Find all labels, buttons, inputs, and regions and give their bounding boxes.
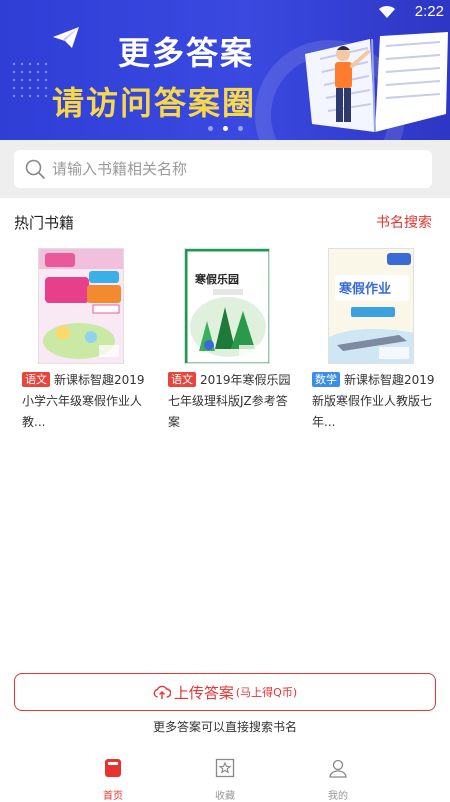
pager-dot <box>207 126 213 131</box>
svg-text:寒假乐园: 寒假乐园 <box>194 272 239 286</box>
search-input[interactable] <box>52 160 412 178</box>
user-icon <box>329 759 347 778</box>
pager-dot-active <box>222 126 228 131</box>
subject-tag: 语文 <box>168 372 196 387</box>
upload-reward: (马上得Q币) <box>235 686 298 699</box>
upload-label: 上传答案 <box>173 683 234 702</box>
paper-plane-icon <box>53 27 79 48</box>
upload-answer-button[interactable]: 上传答案 (马上得Q币) <box>14 673 436 711</box>
hot-books-title: 热门书籍 <box>14 214 75 232</box>
subject-tag: 数学 <box>312 372 340 387</box>
tab-mine[interactable]: 我的 <box>308 758 368 802</box>
banner-headline: 更多答案 <box>118 34 255 72</box>
star-box-icon <box>215 758 235 778</box>
promo-banner[interactable]: 2:22 更多答案 请访问答案圈 <box>0 0 450 140</box>
search-hint: 更多答案可以直接搜索书名 <box>152 720 297 734</box>
bottom-tab-bar: 首页 收藏 我的 <box>0 752 450 802</box>
banner-subheadline: 请访问答案圈 <box>52 84 257 122</box>
book-info: 数学 新课标智趣2019新版寒假作业人教版七年... <box>312 370 440 433</box>
banner-dot-pattern <box>10 60 50 100</box>
book-info: 语文 新课标智趣2019小学六年级寒假作业人教... <box>22 370 150 433</box>
hot-books-header: 热门书籍 书名搜索 <box>14 212 432 234</box>
svg-text:寒假作业: 寒假作业 <box>338 281 391 297</box>
tab-home[interactable]: 首页 <box>83 758 143 802</box>
title-search-link[interactable]: 书名搜索 <box>376 212 432 232</box>
book-cover: 寒假作业 <box>328 248 414 364</box>
tab-favorites[interactable]: 收藏 <box>195 758 255 802</box>
cloud-upload-icon <box>153 685 171 699</box>
search-box[interactable] <box>14 150 432 188</box>
home-book-icon <box>105 759 121 777</box>
open-book-illustration <box>305 32 448 133</box>
book-cover: 寒假乐园 <box>184 248 270 364</box>
search-icon <box>25 159 45 179</box>
banner-pager <box>0 126 450 131</box>
pager-dot <box>237 126 243 131</box>
subject-tag: 语文 <box>22 372 50 387</box>
book-info: 语文 2019年寒假乐园七年级理科版JZ参考答案 <box>168 370 296 433</box>
search-bar-area <box>0 140 450 198</box>
book-cover <box>38 248 124 364</box>
